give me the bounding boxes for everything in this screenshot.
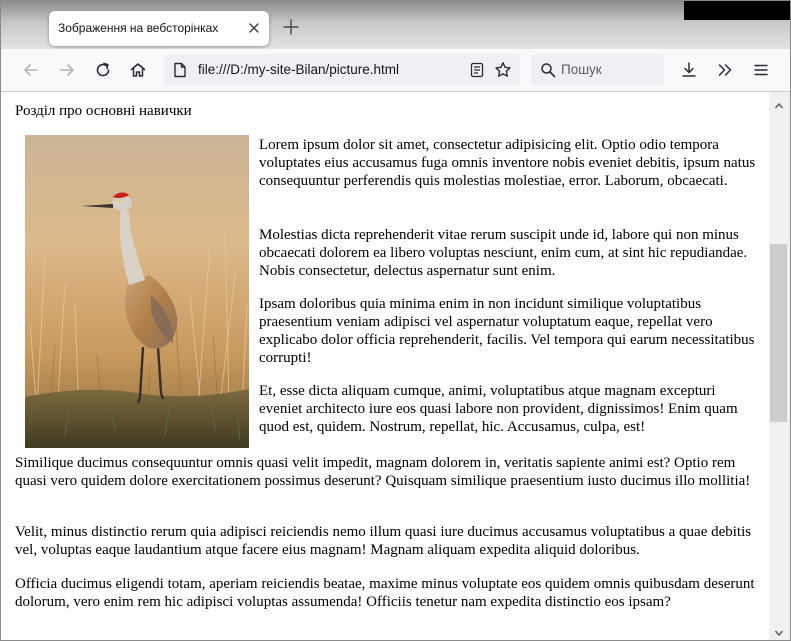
reload-icon[interactable] [91,58,115,82]
close-tab-icon[interactable] [245,19,263,37]
hamburger-menu-icon[interactable] [749,58,773,82]
scrollbar-thumb[interactable] [770,244,787,422]
page-icon [173,62,187,82]
page-content: Розділ про основні навички Lorem ipsum d… [1,92,769,640]
search-icon [540,62,556,82]
paragraph-full-2: Velit, minus distinctio rerum quia adipi… [15,524,752,558]
scroll-up-icon[interactable] [774,96,784,109]
navigation-toolbar: file:///D:/my-site-Bilan/picture.html По… [1,49,790,92]
paragraph-right-3: Ipsam doloribus quia minima enim in non … [259,296,755,366]
star-icon[interactable] [494,61,512,83]
tab-active[interactable]: Зображення на вебсторінках [49,11,269,46]
vertical-scrollbar[interactable] [769,92,790,640]
browser-window: Зображення на вебсторінках file:///D:/my… [0,0,791,641]
search-input[interactable]: Пошук [561,62,602,77]
paragraph-right-2: Molestias dicta reprehenderit vitae reru… [259,227,748,279]
new-tab-icon[interactable] [281,17,301,37]
paragraph-full-3: Officia ducimus eligendi totam, aperiam … [15,576,755,610]
chevrons-right-icon[interactable] [713,58,737,82]
home-icon[interactable] [126,58,150,82]
tab-strip: Зображення на вебсторінках [1,1,790,49]
url-bar[interactable]: file:///D:/my-site-Bilan/picture.html [164,54,520,86]
tab-title: Зображення на вебсторінках [58,21,219,35]
back-arrow-icon[interactable] [19,58,43,82]
forward-arrow-icon[interactable] [55,58,79,82]
crane-photo [25,135,249,448]
url-text: file:///D:/my-site-Bilan/picture.html [198,62,400,77]
reader-view-icon[interactable] [469,62,485,82]
paragraph-right-1: Lorem ipsum dolor sit amet, consectetur … [259,137,756,189]
scroll-down-icon[interactable] [774,623,784,636]
search-bar[interactable]: Пошук [531,54,664,86]
paragraph-full-1: Similique ducimus consequuntur omnis qua… [15,455,751,489]
window-corner-overlay [684,1,790,20]
download-icon[interactable] [677,58,701,82]
paragraph-right-4: Et, esse dicta aliquam cumque, animi, vo… [259,383,738,435]
section-heading: Розділ про основні навички [15,103,192,119]
